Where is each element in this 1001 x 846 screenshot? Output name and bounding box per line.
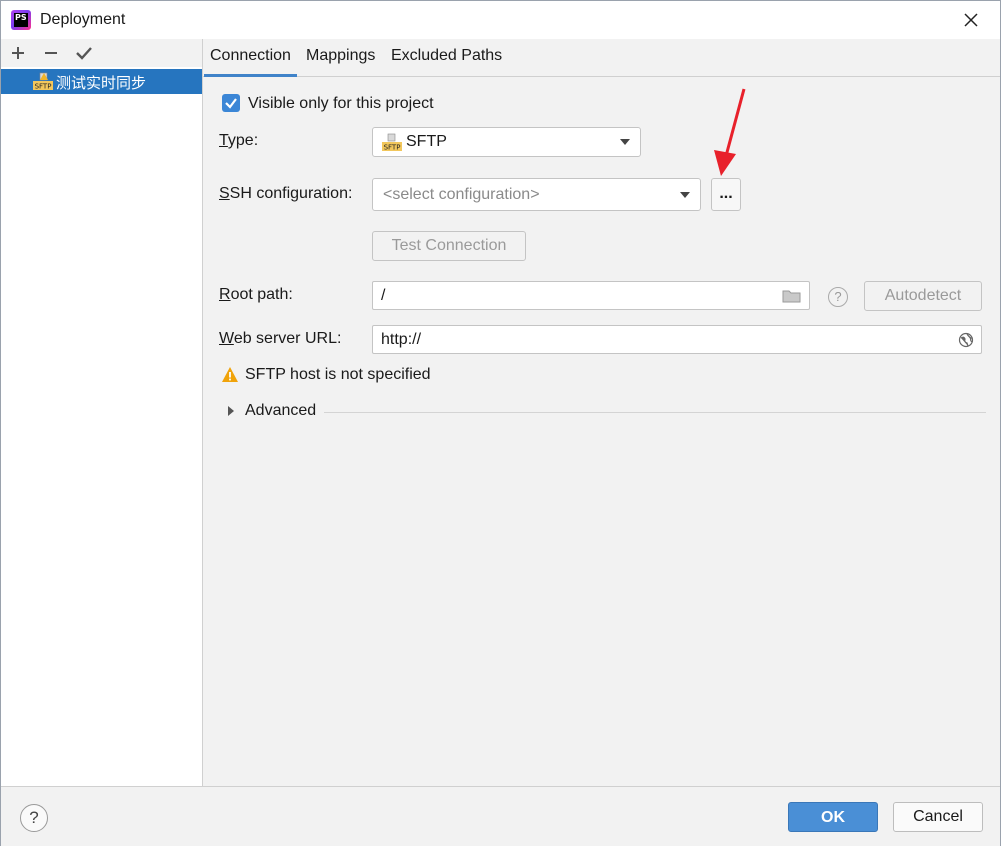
root-path-field[interactable] [372, 281, 810, 310]
web-server-url-input[interactable] [373, 326, 981, 353]
globe-icon[interactable] [958, 332, 974, 348]
sftp-server-icon: SFTP [33, 72, 53, 91]
checkmark-icon [225, 98, 237, 109]
set-default-button[interactable] [72, 41, 96, 65]
tab-bar: Connection Mappings Excluded Paths [203, 39, 1000, 77]
annotation-arrow-icon [714, 88, 746, 176]
ssh-config-placeholder: <select configuration> [383, 186, 540, 203]
expand-arrow-icon[interactable] [228, 406, 234, 416]
visible-only-label[interactable]: Visible only for this project [248, 95, 434, 113]
help-button[interactable]: ? [20, 804, 48, 832]
web-label-mnemonic: W [219, 330, 234, 347]
server-list-toolbar [1, 39, 202, 67]
root-path-label: Root path: [219, 286, 293, 304]
remove-server-button[interactable] [39, 41, 63, 65]
app-icon-text: PS [14, 13, 28, 27]
root-label-mnemonic: R [219, 286, 231, 303]
visible-only-checkbox[interactable] [222, 94, 240, 112]
svg-text:SFTP: SFTP [35, 83, 52, 91]
ssh-label-rest: SH configuration: [229, 185, 353, 202]
phpstorm-app-icon: PS [11, 10, 31, 30]
ssh-config-browse-button[interactable]: ... [711, 178, 741, 211]
close-icon [964, 13, 978, 27]
web-server-url-field[interactable] [372, 325, 982, 354]
type-label-rest: ype: [227, 132, 259, 149]
dialog-footer: ? OK Cancel [1, 786, 1000, 846]
cancel-button[interactable]: Cancel [893, 802, 983, 832]
type-label: Type: [219, 132, 258, 150]
check-icon [76, 47, 92, 60]
root-label-rest: oot path: [230, 286, 293, 303]
tab-mappings[interactable]: Mappings [306, 39, 375, 76]
autodetect-button[interactable]: Autodetect [864, 281, 982, 311]
svg-text:SFTP: SFTP [384, 144, 401, 152]
ssh-config-combo[interactable]: <select configuration> [372, 178, 701, 211]
server-list-item[interactable]: SFTP 测试实时同步 [1, 69, 202, 94]
web-server-url-label: Web server URL: [219, 330, 341, 348]
web-label-rest: eb server URL: [233, 330, 342, 347]
chevron-down-icon [680, 191, 690, 198]
type-combo[interactable]: SFTP SFTP [372, 127, 641, 157]
warning-icon [222, 367, 238, 382]
ssh-label-mnemonic: S [219, 185, 230, 202]
folder-icon[interactable] [782, 288, 802, 304]
minus-icon [45, 52, 57, 54]
advanced-divider [324, 412, 986, 413]
type-value: SFTP [406, 133, 447, 150]
server-name-label: 测试实时同步 [56, 74, 147, 92]
type-label-mnemonic: T [219, 132, 228, 149]
ok-button[interactable]: OK [788, 802, 878, 832]
deployment-dialog: PS Deployment SFTP 测试实时同步 Connection Map… [0, 0, 1001, 846]
tab-connection[interactable]: Connection [204, 39, 297, 77]
root-path-help-icon[interactable]: ? [828, 287, 848, 307]
add-server-button[interactable] [6, 41, 30, 65]
window-title: Deployment [40, 11, 126, 28]
sftp-icon: SFTP [382, 133, 402, 152]
ssh-config-label: SSH configuration: [219, 185, 352, 203]
root-path-input[interactable] [373, 282, 809, 309]
warning-message: SFTP host is not specified [245, 366, 431, 383]
server-list-panel: SFTP 测试实时同步 [1, 39, 203, 786]
close-button[interactable] [951, 1, 991, 39]
title-bar: PS Deployment [1, 1, 1000, 39]
test-connection-button[interactable]: Test Connection [372, 231, 526, 261]
chevron-down-icon [620, 139, 630, 145]
plus-icon [12, 47, 24, 59]
advanced-section-toggle[interactable]: Advanced [245, 402, 316, 420]
tab-excluded-paths[interactable]: Excluded Paths [391, 39, 502, 76]
